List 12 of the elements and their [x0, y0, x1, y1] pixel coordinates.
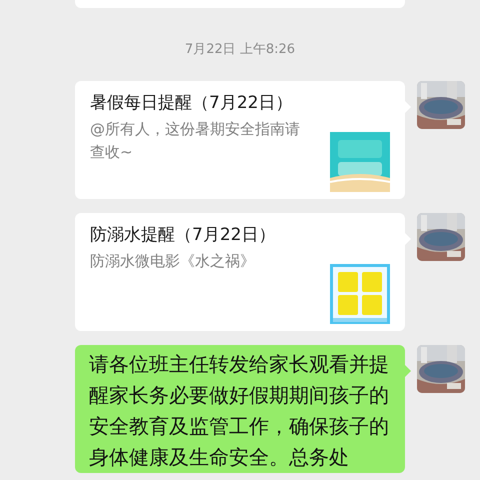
link-card[interactable]: 防溺水提醒（7月22日） 防溺水微电影《水之祸》 — [75, 213, 405, 331]
bubble-tail — [405, 365, 411, 377]
avatar[interactable] — [417, 81, 465, 129]
avatar[interactable] — [417, 345, 465, 393]
link-card[interactable]: 暑假每日提醒（7月22日） @所有人，这份暑期安全指南请查收~ — [75, 81, 405, 199]
card-title: 防溺水提醒（7月22日） — [90, 224, 276, 247]
card-title: 暑假每日提醒（7月22日） — [90, 92, 294, 115]
card-description: 防溺水微电影《水之祸》 — [90, 251, 256, 272]
message-bubble[interactable]: 请各位班主任转发给家长观看并提醒家长务必要做好假期期间孩子的安全教育及监管工作，确保孩子的身体健康及生命安全。总务处 — [75, 345, 405, 473]
card-description: @所有人，这份暑期安全指南请查收~ — [90, 119, 301, 163]
timestamp: 7月22日 上午8:26 — [184, 41, 296, 58]
avatar[interactable] — [417, 213, 465, 261]
